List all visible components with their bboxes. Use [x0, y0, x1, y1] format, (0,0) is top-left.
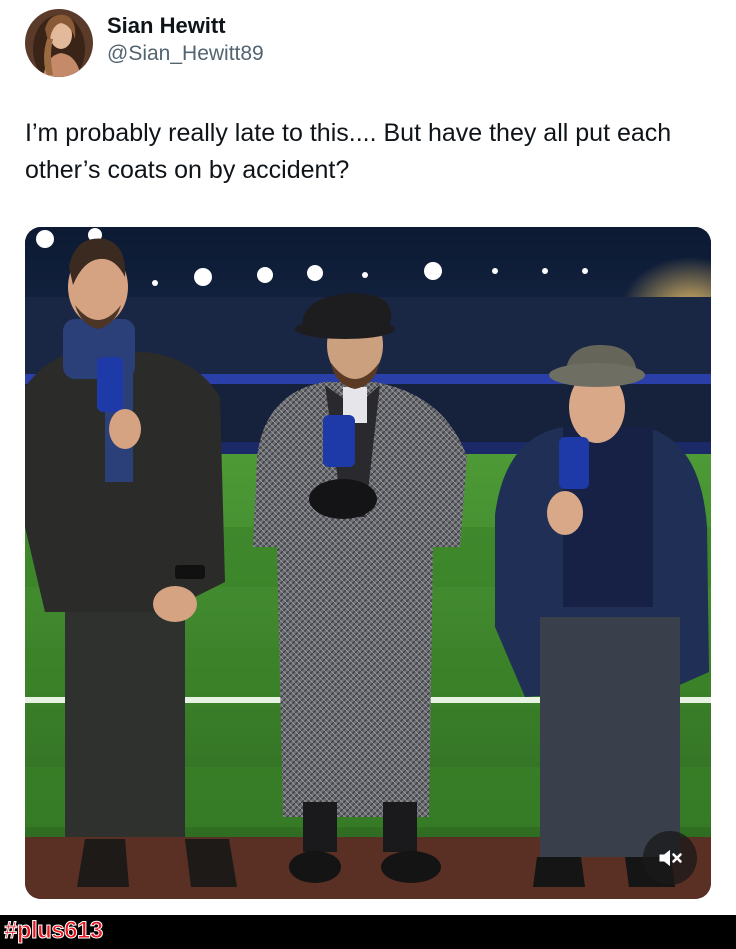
tweet-media-photo[interactable] [25, 227, 711, 899]
tweet-card: Sian Hewitt @Sian_Hewitt89 I’m probably … [0, 0, 736, 949]
media-image [25, 227, 711, 899]
speaker-muted-icon [659, 849, 682, 867]
author-display-name[interactable]: Sian Hewitt [107, 12, 264, 40]
tweet-header: Sian Hewitt @Sian_Hewitt89 [25, 9, 264, 77]
watermark-text: #plus613 [4, 917, 104, 945]
author-names: Sian Hewitt @Sian_Hewitt89 [107, 12, 264, 68]
mute-button[interactable] [643, 831, 697, 885]
footer-bar: #plus613 [0, 915, 736, 949]
profile-photo [25, 9, 93, 77]
tweet-text: I’m probably really late to this.... But… [25, 119, 672, 184]
author-handle[interactable]: @Sian_Hewitt89 [107, 40, 264, 68]
avatar[interactable] [25, 9, 93, 77]
